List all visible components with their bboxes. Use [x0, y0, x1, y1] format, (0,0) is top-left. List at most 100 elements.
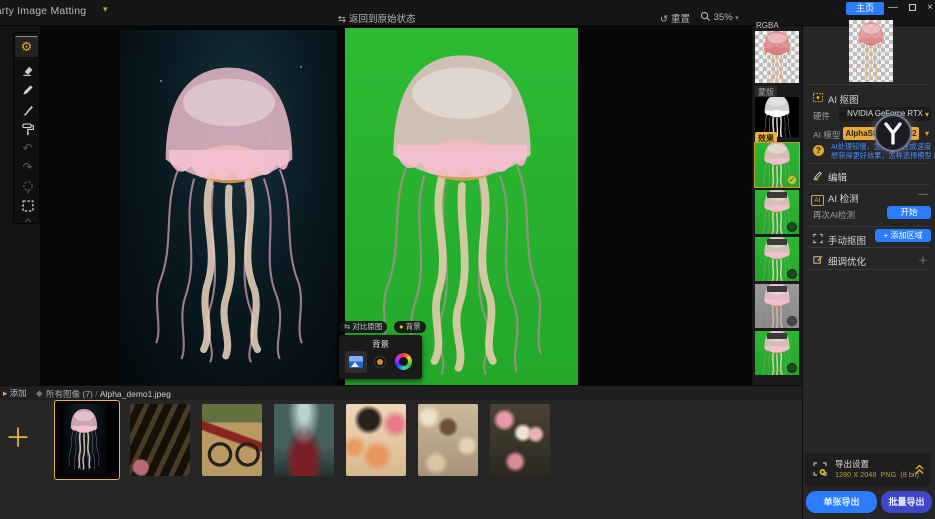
mask-thumbnail[interactable]	[755, 97, 799, 137]
export-settings-box[interactable]: 导出设置 1280 X 2048 PNG (8 bit)	[805, 453, 931, 486]
thumbnail-bicycle[interactable]	[202, 404, 262, 476]
brush-tool-button[interactable]	[19, 103, 36, 119]
version-chip	[767, 333, 787, 339]
ai-matting-icon	[811, 90, 824, 108]
close-button[interactable]: ×	[923, 1, 935, 15]
breadcrumb-separator: /	[95, 389, 97, 399]
zoom-level: 35%	[714, 12, 733, 23]
image-icon	[349, 356, 363, 368]
bg-color-badge	[787, 316, 797, 326]
effect-thumbnail-2[interactable]	[755, 190, 799, 234]
section-ai-detect[interactable]: AIAI 检测 —	[811, 189, 928, 207]
plus-icon: ＋	[5, 423, 31, 453]
background-tab-icon: ●	[399, 322, 406, 331]
color-wheel-button[interactable]	[395, 353, 412, 370]
ai-matting-title: AI 抠图	[828, 95, 859, 106]
eraser-icon	[21, 63, 35, 77]
rgba-label: RGBA	[756, 21, 779, 30]
zoom-control[interactable]: 35% ▾	[700, 11, 739, 23]
export-size: 1280 X 2048	[835, 470, 876, 479]
panel-preview-thumbnail[interactable]	[849, 20, 893, 82]
bg-color-badge	[787, 363, 797, 373]
double-chevron-up-icon	[914, 462, 925, 476]
compare-label: 返回到原始状态	[349, 14, 416, 25]
redetect-label: 再次AI检测	[813, 209, 855, 221]
inspector-panel: AI 抠图 硬件 NVIDIA GeForce RTX 3060 ▾ AI 模型…	[802, 26, 935, 519]
model-chevron-icon: ▾	[925, 129, 929, 138]
home-button[interactable]: 主页	[846, 2, 884, 15]
app-menu-chevron-icon[interactable]: ▾	[103, 4, 108, 15]
redo-button[interactable]: ↷	[19, 160, 36, 176]
lasso-tool-button[interactable]	[19, 180, 36, 196]
effect-thumbnail-5[interactable]	[755, 331, 799, 375]
export-settings-label: 导出设置	[835, 458, 869, 470]
breadcrumb[interactable]: 所有图像 (7) / Alpha_demo1.jpeg	[46, 388, 171, 400]
reset-button[interactable]: ↺重置	[660, 11, 690, 25]
color-dot-button[interactable]	[375, 357, 385, 367]
effect-thumbnail-4[interactable]	[755, 284, 799, 328]
ai-detect-collapse-icon[interactable]: —	[918, 189, 928, 200]
start-button[interactable]: 开始	[887, 206, 931, 219]
current-filename: Alpha_demo1.jpeg	[100, 389, 171, 399]
filmstrip: ▸ 添加 ◆ 所有图像 (7) / Alpha_demo1.jpeg ＋	[0, 385, 802, 519]
export-collapse-button[interactable]	[914, 462, 925, 481]
bg-color-badge	[787, 269, 797, 279]
thumbnail-beige-portrait[interactable]	[418, 404, 478, 476]
toolbar-collapse-button[interactable]	[19, 213, 36, 229]
redo-icon: ↷	[22, 160, 32, 174]
thumbnail-jellyfish-selected[interactable]	[54, 400, 120, 480]
pen-tool-button[interactable]	[19, 83, 36, 99]
left-toolbar: ⚙ ↶ ↷	[13, 32, 40, 224]
thumbnail-red-dress[interactable]	[274, 404, 334, 476]
compare-original-control[interactable]: ⇆返回到原始状态	[338, 11, 415, 25]
effect-thumbnail-3[interactable]	[755, 237, 799, 281]
lasso-icon	[21, 180, 35, 194]
undo-button[interactable]: ↶	[19, 141, 36, 157]
refine-expand-icon[interactable]: ＋	[918, 252, 928, 267]
background-panel: 背景	[339, 335, 422, 379]
effect-thumbnail-1[interactable]: ✓	[755, 143, 799, 187]
tab-compare-original[interactable]: ⇆ 对比原图	[339, 321, 387, 333]
version-chip	[767, 286, 787, 292]
thumbnail-roots[interactable]	[130, 404, 190, 476]
rgba-thumbnail[interactable]	[755, 31, 799, 83]
manual-matting-title: 手动抠图	[828, 236, 866, 247]
section-ai-matting[interactable]: AI 抠图	[811, 90, 859, 108]
add-tab-label: 添加	[10, 388, 27, 398]
filmstrip-header: ▸ 添加 ◆ 所有图像 (7) / Alpha_demo1.jpeg	[0, 386, 802, 400]
single-export-button[interactable]: 单张导出	[806, 491, 877, 513]
brush-icon	[21, 103, 35, 117]
help-link-2[interactable]: 想获得更好效果，怎样选择模型 (查看更多)	[831, 151, 935, 161]
edit-title: 编辑	[828, 173, 847, 184]
swap-compare-icon: ⇆	[338, 14, 346, 25]
aiarty-logo-badge[interactable]	[874, 114, 912, 152]
aiarty-logo-icon	[874, 114, 912, 152]
diamond-icon: ◆	[36, 388, 43, 399]
maximize-button[interactable]	[905, 1, 919, 15]
title-bar: Aiarty Image Matting ▾ 主页 — ×	[0, 0, 935, 26]
chevron-up-icon	[21, 214, 35, 226]
thumbnail-flower-girl[interactable]	[346, 404, 406, 476]
eraser-tool-button[interactable]	[19, 63, 36, 79]
bg-color-badge	[787, 222, 797, 232]
selected-check-icon: ✓	[787, 175, 797, 185]
add-region-button[interactable]: + 添加区域	[875, 229, 931, 242]
app-title: Aiarty Image Matting	[0, 5, 86, 17]
roller-tool-button[interactable]	[19, 122, 36, 138]
undo-icon: ↶	[22, 141, 32, 155]
help-link-2-text: 想获得更好效果，怎样选择模型	[831, 151, 932, 160]
thumbnail-floral-woman[interactable]	[490, 404, 550, 476]
ai-select-tool-button[interactable]: ⚙	[15, 36, 38, 57]
app-window: Aiarty Image Matting ▾ 主页 — × ⚙ ↶ ↷	[0, 0, 935, 519]
image-background-button[interactable]	[345, 351, 367, 373]
help-icon[interactable]: ?	[813, 145, 824, 156]
add-tab[interactable]: ▸ 添加	[3, 387, 27, 399]
section-refine[interactable]: 细调优化 ＋	[811, 252, 928, 270]
minimize-button[interactable]: —	[886, 1, 900, 15]
batch-export-button[interactable]: 批量导出	[881, 491, 932, 513]
export-settings-icon	[812, 461, 828, 482]
original-image[interactable]	[120, 30, 337, 385]
add-image-button[interactable]: ＋	[5, 424, 31, 454]
version-chip	[767, 192, 787, 198]
tab-background[interactable]: ● 背景	[394, 321, 426, 333]
